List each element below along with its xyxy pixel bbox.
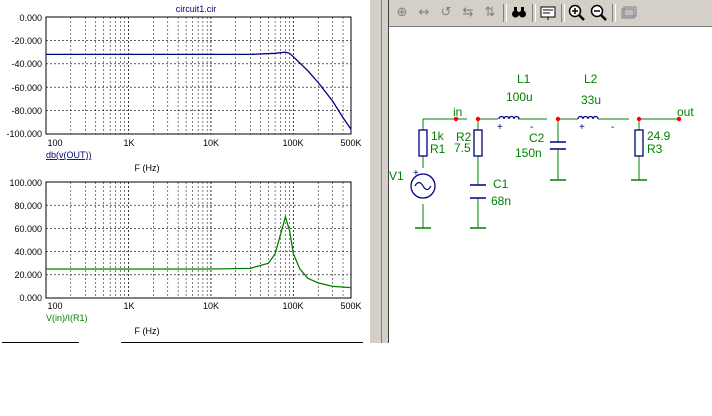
r2-value-label: 7.5 [454,141,471,155]
top-expression-label[interactable]: db(v(OUT)) [46,150,92,160]
bottom-y-tick: 80.000 [14,201,42,211]
v1-plus-mark: + [413,168,419,179]
status-bar-segment [2,342,79,343]
properties-icon[interactable] [538,3,558,23]
resistor-r1[interactable] [418,129,428,157]
bottom-x-tick: 10K [203,301,219,311]
bottom-expression-label[interactable]: V(in)/I(R1) [46,313,88,323]
zoom-out-icon[interactable] [589,3,609,23]
top-x-tick: 100 [47,138,62,148]
l2-plus-mark: + [579,122,585,133]
c1-name-label: C1 [493,177,509,191]
capacitor-c2[interactable] [550,141,566,150]
analysis-plot-window: circuit1.cir 0.000 -20.000 -40.000 -60.0… [0,0,369,343]
top-x-tick: 100K [282,138,303,148]
l1-value-label: 100u [506,90,533,104]
top-plot-area: 0.000 -20.000 -40.000 -60.000 -80.000 -1… [6,13,361,173]
ground-symbols [415,179,647,229]
toolbar-separator [561,4,565,22]
top-x-axis-label: F (Hz) [135,163,160,173]
bottom-x-axis-label: F (Hz) [135,326,160,336]
c2-value-label: 150n [515,146,542,160]
top-y-tick: -80.000 [11,106,42,116]
r1-name-label: R1 [430,142,446,156]
l1-name-label: L1 [517,72,531,86]
c2-name-label: C2 [529,131,545,145]
inductor-l2[interactable] [577,115,599,120]
bottom-y-tick: 100.000 [9,178,42,188]
inductor-l1[interactable] [498,115,520,120]
l2-name-label: L2 [584,72,598,86]
r1-value-label: 1k [431,129,445,143]
bottom-x-tick: 100 [47,301,62,311]
bottom-x-tick: 1K [123,301,134,311]
find-icon[interactable] [509,3,529,23]
c1-value-label: 68n [491,194,511,208]
l1-plus-mark: + [497,122,503,133]
toolbar-separator [503,4,507,22]
bottom-x-tick: 500K [340,301,361,311]
bottom-y-tick: 40.000 [14,247,42,257]
top-y-tick: -40.000 [11,59,42,69]
status-bar-segment [121,342,363,343]
v1-name-label: V1 [389,169,404,183]
toolbar-separator [532,4,536,22]
rotate-icon[interactable]: ↺ [436,3,456,23]
top-y-tick: -100.000 [6,129,42,139]
fit-page-icon[interactable] [618,3,638,23]
top-x-tick: 10K [203,138,219,148]
pane-splitter[interactable] [381,0,389,343]
top-y-tick: -60.000 [11,83,42,93]
net-label-in[interactable]: in [453,105,462,119]
pan-tool-icon[interactable]: ↔ [414,3,434,23]
r3-value-label: 24.9 [647,129,671,143]
top-y-tick: 0.000 [19,13,42,23]
top-x-tick: 500K [340,138,361,148]
zoom-in-icon[interactable] [567,3,587,23]
bottom-y-tick: 0.000 [19,293,42,303]
bottom-y-tick: 60.000 [14,224,42,234]
top-x-tick: 1K [123,138,134,148]
l2-minus-mark: - [611,122,614,133]
resistor-r2[interactable] [473,129,483,157]
toolbar-separator [612,4,616,22]
schematic-canvas: in out L1 100u L2 33u R2 7.5 1k R1 V1 C1… [389,72,694,229]
schematic-toolbar: ⊕ ↔ ↺ ⇆ ⇅ [389,0,712,27]
plot-canvas: circuit1.cir 0.000 -20.000 -40.000 -60.0… [6,4,361,336]
resistor-r3[interactable] [634,129,644,157]
plot-title: circuit1.cir [176,4,217,14]
bottom-y-tick: 20.000 [14,270,42,280]
capacitor-c1[interactable] [470,184,486,199]
bottom-x-tick: 100K [282,301,303,311]
flip-vertical-icon[interactable]: ⇅ [480,3,500,23]
net-label-out[interactable]: out [677,105,694,119]
r3-name-label: R3 [647,142,663,156]
l2-value-label: 33u [581,93,601,107]
top-y-tick: -20.000 [11,36,42,46]
l1-minus-mark: - [530,122,533,133]
flip-horizontal-icon[interactable]: ⇆ [458,3,478,23]
schematic-window: ⊕ ↔ ↺ ⇆ ⇅ in out L1 100u L2 33u R2 7.5 1… [389,0,712,343]
bottom-plot-area: 100.000 80.000 60.000 40.000 20.000 0.00… [9,178,361,336]
select-tool-icon[interactable]: ⊕ [392,3,412,23]
